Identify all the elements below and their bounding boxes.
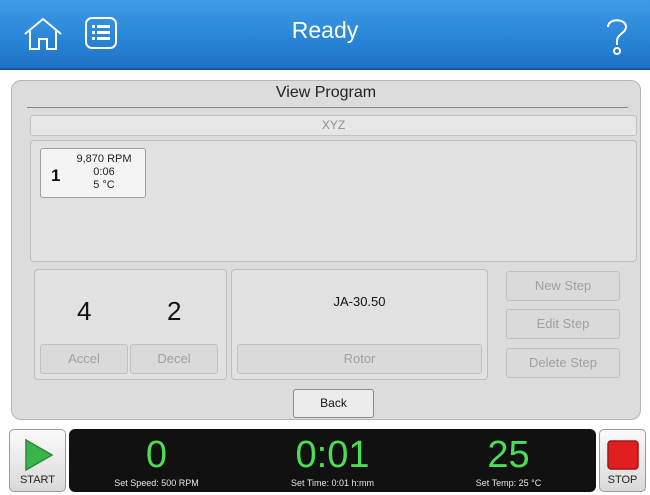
decel-value: 2 bbox=[167, 296, 182, 326]
back-button[interactable]: Back bbox=[293, 389, 374, 418]
speed-set-label: Set Speed: 500 RPM bbox=[114, 478, 199, 488]
start-label: START bbox=[19, 474, 56, 486]
temp-readout: 25 Set Temp: 25 °C bbox=[421, 429, 596, 488]
edit-step-button[interactable]: Edit Step bbox=[506, 309, 620, 339]
time-set-label: Set Time: 0:01 h:mm bbox=[290, 478, 375, 488]
rotor-box: JA-30.50 Rotor bbox=[231, 269, 488, 380]
speed-value: 0 bbox=[145, 434, 168, 476]
step-speed: 9,870 RPM bbox=[76, 153, 132, 165]
panel-title: View Program bbox=[275, 84, 377, 101]
decel-button[interactable]: Decel bbox=[130, 344, 218, 374]
stop-icon bbox=[607, 440, 639, 470]
help-icon[interactable] bbox=[602, 16, 632, 56]
stop-button[interactable]: STOP bbox=[599, 429, 646, 492]
step-temp: 5 °C bbox=[93, 179, 115, 191]
view-program-panel: View Program XYZ 1 9,870 RPM 0:06 5 °C 4… bbox=[11, 80, 641, 420]
rotor-name: JA-30.50 bbox=[333, 294, 386, 309]
accel-decel-box: 4 2 Accel Decel bbox=[34, 269, 227, 380]
rotor-button[interactable]: Rotor bbox=[237, 344, 482, 374]
stop-label: STOP bbox=[607, 474, 638, 486]
time-value: 0:01 bbox=[295, 434, 370, 476]
step-card[interactable]: 1 9,870 RPM 0:06 5 °C bbox=[40, 148, 146, 198]
title-divider bbox=[27, 107, 628, 108]
steps-area: 1 9,870 RPM 0:06 5 °C bbox=[30, 140, 637, 262]
temp-set-label: Set Temp: 25 °C bbox=[475, 478, 542, 488]
header-bar: Ready bbox=[0, 0, 650, 70]
accel-button[interactable]: Accel bbox=[40, 344, 128, 374]
time-readout: 0:01 Set Time: 0:01 h:mm bbox=[245, 429, 420, 488]
speed-readout: 0 Set Speed: 500 RPM bbox=[69, 429, 244, 488]
page-title: Ready bbox=[291, 17, 359, 43]
step-number: 1 bbox=[51, 166, 61, 185]
accel-value: 4 bbox=[77, 296, 92, 326]
play-icon bbox=[25, 438, 54, 472]
delete-step-button[interactable]: Delete Step bbox=[506, 348, 620, 378]
step-time: 0:06 bbox=[93, 166, 115, 178]
program-name: XYZ bbox=[30, 115, 637, 136]
start-button[interactable]: START bbox=[9, 429, 66, 492]
new-step-button[interactable]: New Step bbox=[506, 271, 620, 301]
temp-value: 25 bbox=[487, 434, 530, 476]
status-bar: 0 Set Speed: 500 RPM 0:01 Set Time: 0:01… bbox=[69, 429, 596, 492]
